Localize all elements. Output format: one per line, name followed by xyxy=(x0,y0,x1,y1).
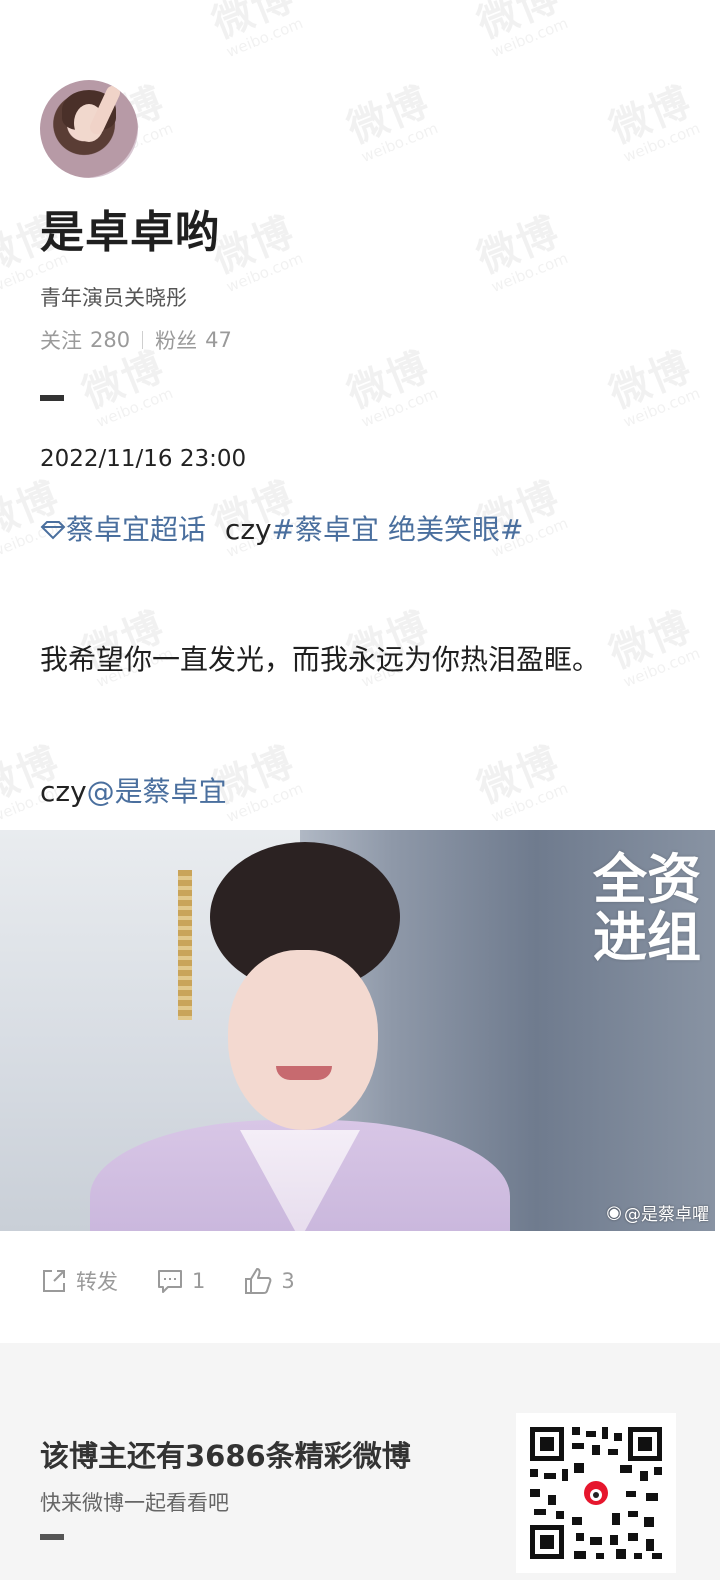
avatar[interactable] xyxy=(40,80,138,178)
like-count: 3 xyxy=(281,1269,295,1293)
watermark: 微博weibo.com xyxy=(603,78,703,167)
watermark: 微博weibo.com xyxy=(341,343,441,432)
comment-button[interactable]: 1 xyxy=(156,1267,205,1295)
watermark: 微博weibo.com xyxy=(471,208,571,297)
thumbs-up-icon xyxy=(245,1268,272,1294)
mention-link[interactable]: @是蔡卓宜 xyxy=(87,775,227,808)
comment-count: 1 xyxy=(192,1269,206,1293)
follow-label[interactable]: 关注 xyxy=(40,325,82,355)
post-topic-line: 蔡卓宜超话 czy#蔡卓宜 绝美笑眼# xyxy=(40,508,523,548)
follow-count[interactable]: 280 xyxy=(90,328,130,352)
footer-subtitle: 快来微博一起看看吧 xyxy=(40,1491,229,1515)
image-smile xyxy=(276,1066,332,1080)
profile-intro: 青年演员关晓彤 xyxy=(40,286,187,310)
diamond-icon xyxy=(40,521,66,540)
watermark: 微博weibo.com xyxy=(341,78,441,167)
repost-button[interactable]: 转发 xyxy=(40,1266,118,1296)
profile-name[interactable]: 是卓卓哟 xyxy=(40,196,220,260)
stats-divider xyxy=(142,331,144,349)
qr-code[interactable] xyxy=(516,1413,676,1573)
footer-divider xyxy=(40,1534,64,1540)
image-credit-text: @是蔡卓㘗 xyxy=(624,1205,709,1225)
hairpin-tassel xyxy=(178,870,192,1020)
supertopic-link[interactable]: 蔡卓宜超话 xyxy=(40,513,215,546)
qr-code-icon xyxy=(516,1413,676,1573)
section-divider xyxy=(40,395,64,401)
mention-prefix: czy xyxy=(40,775,87,808)
watermark: 微博weibo.com xyxy=(603,343,703,432)
watermark: 微博weibo.com xyxy=(603,603,703,692)
footer-title: 该博主还有3686条精彩微博 xyxy=(40,1439,411,1473)
image-credit: ◉ @是蔡卓㘗 xyxy=(606,1200,709,1225)
comment-icon xyxy=(158,1270,182,1293)
topic-prefix: czy xyxy=(224,513,272,546)
fans-count[interactable]: 47 xyxy=(205,328,232,352)
post-body: 我希望你一直发光，而我永远为你热泪盈眶。 xyxy=(40,643,601,676)
post-mention-line: czy@是蔡卓宜 xyxy=(40,770,227,810)
share-icon xyxy=(43,1270,65,1292)
hashtag-link[interactable]: #蔡卓宜 绝美笑眼# xyxy=(272,513,524,546)
action-bar: 转发 1 3 xyxy=(40,1266,333,1296)
profile-stats: 关注 280 粉丝 47 xyxy=(40,325,232,355)
watermark: 微博weibo.com xyxy=(471,0,571,62)
supertopic-label: 蔡卓宜超话 xyxy=(66,513,207,546)
image-face xyxy=(228,950,378,1130)
post-image[interactable]: 全资进组 ◉ @是蔡卓㘗 xyxy=(0,830,715,1231)
post-date: 2022/11/16 23:00 xyxy=(40,446,247,472)
watermark: 微博weibo.com xyxy=(206,0,306,62)
watermark: 微博weibo.com xyxy=(471,738,571,827)
weibo-logo-icon: ◉ xyxy=(606,1202,622,1223)
watermark: 微博weibo.com xyxy=(76,343,176,432)
repost-label: 转发 xyxy=(76,1270,118,1294)
fans-label[interactable]: 粉丝 xyxy=(155,325,197,355)
footer-promo: 该博主还有3686条精彩微博 快来微博一起看看吧 xyxy=(0,1343,720,1580)
watermark: 微博weibo.com xyxy=(206,208,306,297)
like-button[interactable]: 3 xyxy=(243,1266,295,1296)
drama-logo: 全资进组 xyxy=(593,847,701,969)
